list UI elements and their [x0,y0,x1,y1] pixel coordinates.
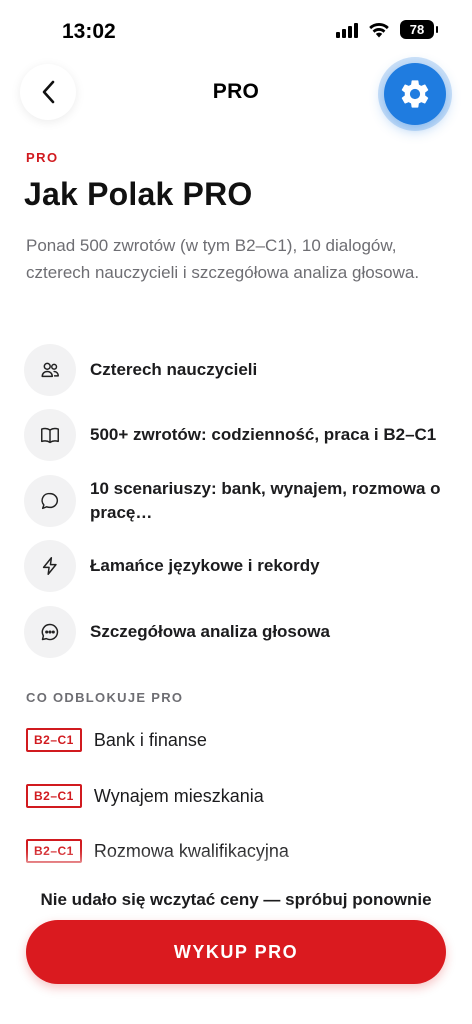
unlock-item: B2–C1 Rozmowa kwalifikacyjna [26,839,289,863]
signal-icon [336,22,358,38]
message-dots-icon [24,606,76,658]
feature-label: 10 scenariuszy: bank, wynajem, rozmowa o… [90,479,441,522]
level-badge: B2–C1 [26,784,82,808]
feature-label: Czterech nauczycieli [90,360,258,379]
price-error-message: Nie udało się wczytać ceny — spróbuj pon… [40,890,432,909]
feature-item: Łamańce językowe i rekordy [24,540,454,592]
feature-label: 500+ zwrotów: codzienność, praca i B2–C1 [90,425,437,444]
settings-button[interactable] [384,63,446,125]
feature-label: Szczegółowa analiza głosowa [90,622,330,641]
section-title-unlock: CO ODBLOKUJE PRO [26,690,184,705]
description: Ponad 500 zwrotów (w tym B2–C1), 10 dial… [26,236,420,282]
status-bar: 13:02 78 [0,0,472,62]
unlock-item: B2–C1 Wynajem mieszkania [26,784,264,808]
gear-icon [401,80,429,108]
unlock-label: Bank i finanse [93,729,207,750]
level-badge: B2–C1 [26,728,82,752]
lightning-icon [24,540,76,592]
wifi-icon [369,22,389,37]
level-badge: B2–C1 [26,839,82,863]
chat-bubble-icon [24,475,76,527]
status-indicators: 78 [336,20,438,39]
unlock-label: Rozmowa kwalifikacyjna [93,840,289,861]
book-icon [24,409,76,461]
unlock-label: Wynajem mieszkania [93,785,264,806]
feature-item: 500+ zwrotów: codzienność, praca i B2–C1 [24,409,454,461]
battery-icon: 78 [400,20,438,39]
page-title: Jak Polak PRO [24,176,253,212]
unlock-item: B2–C1 Bank i finanse [26,728,207,752]
feature-item: Szczegółowa analiza głosowa [24,606,454,658]
eyebrow-label: PRO [26,150,59,165]
feature-item: Czterech nauczycieli [24,344,454,396]
people-icon [24,344,76,396]
buy-pro-button[interactable]: WYKUP PRO [26,920,446,984]
feature-item: 10 scenariuszy: bank, wynajem, rozmowa o… [24,475,454,527]
status-time: 13:02 [62,20,116,43]
feature-label: Łamańce językowe i rekordy [90,556,320,575]
